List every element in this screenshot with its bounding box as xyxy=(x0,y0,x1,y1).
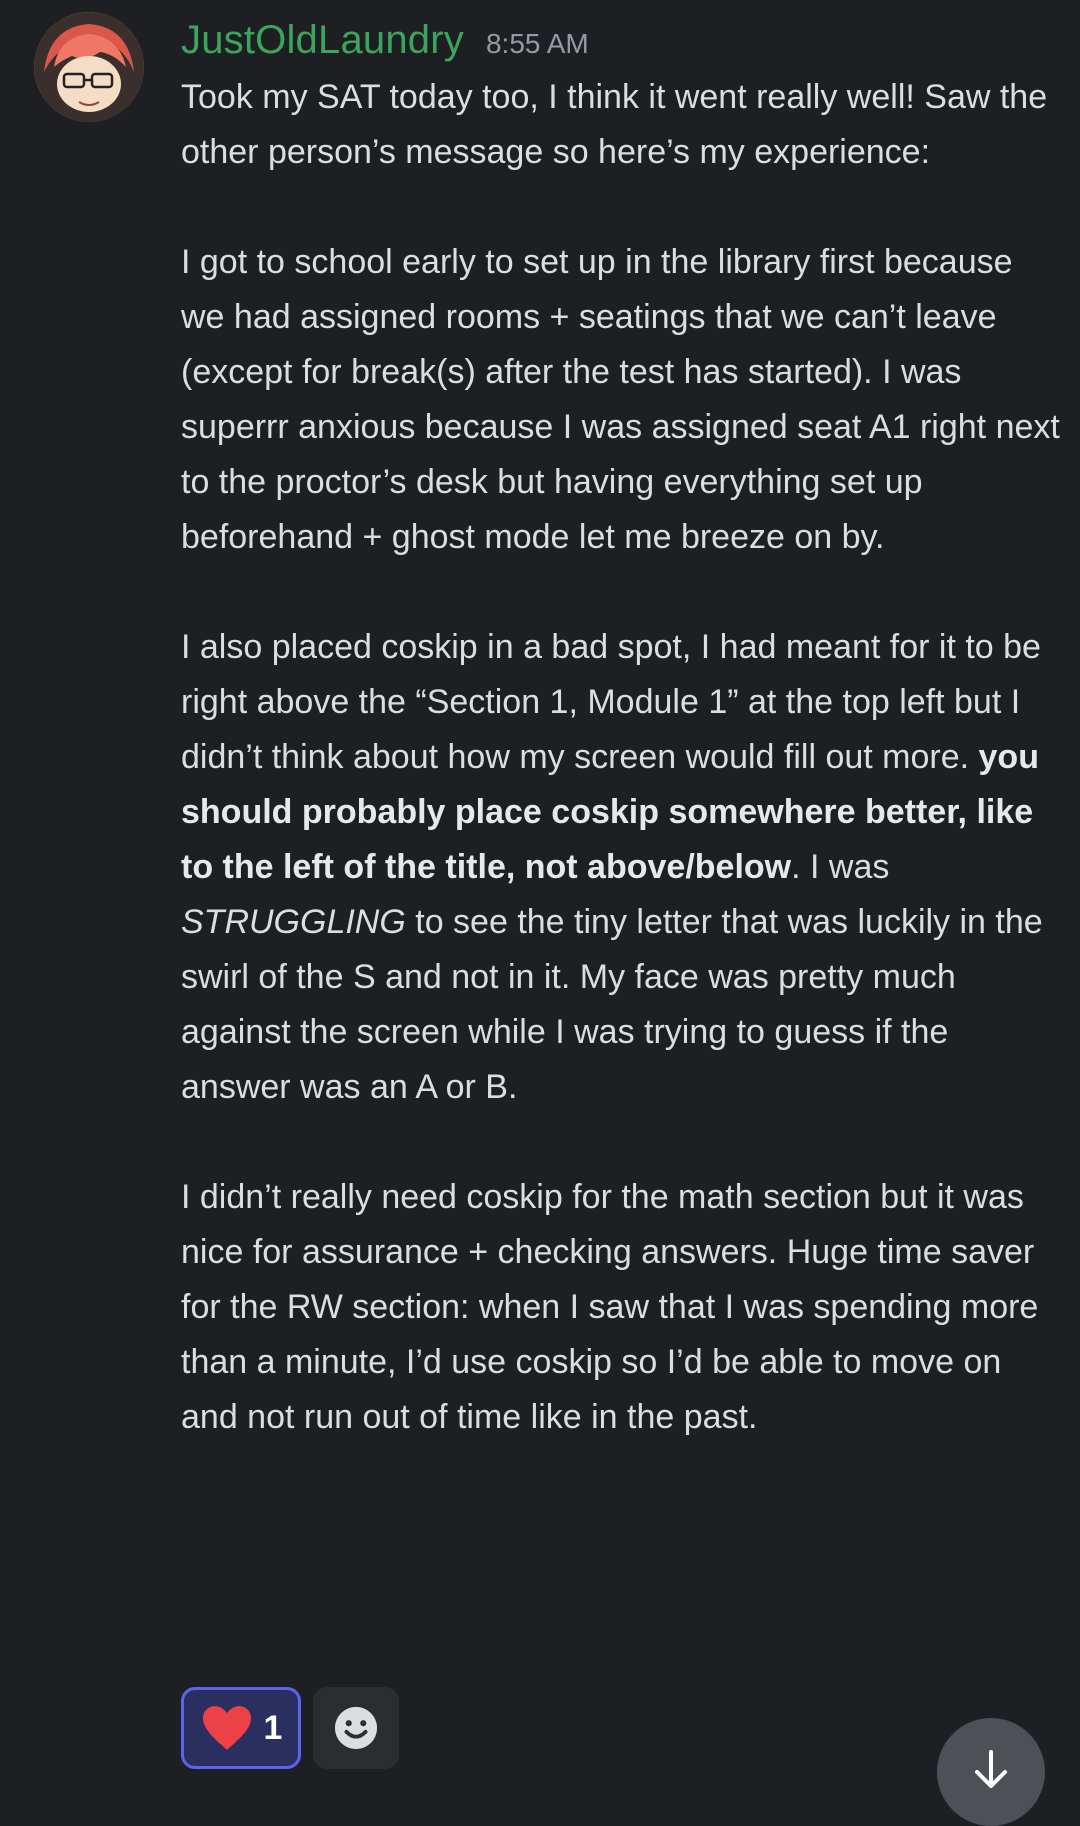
message-text-segment: STRUGGLING xyxy=(181,903,406,941)
scroll-to-bottom-button[interactable] xyxy=(937,1718,1045,1826)
message-paragraph: I didn’t really need coskip for the math… xyxy=(181,1170,1061,1445)
message-text-segment: I didn’t really need coskip for the math… xyxy=(181,1178,1039,1436)
message-text-segment: I also placed coskip in a bad spot, I ha… xyxy=(181,628,1041,776)
message-text-segment: I got to school early to set up in the l… xyxy=(181,243,1060,556)
reactions-bar: 1 xyxy=(181,1687,399,1769)
message-paragraph: I got to school early to set up in the l… xyxy=(181,235,1061,565)
message-text-segment: Took my SAT today too, I think it went r… xyxy=(181,78,1048,171)
message-header: JustOldLaundry 8:55 AM xyxy=(181,18,589,63)
avatar-image xyxy=(34,12,144,122)
timestamp: 8:55 AM xyxy=(485,28,589,59)
username[interactable]: JustOldLaundry xyxy=(181,18,464,63)
add-reaction-button[interactable] xyxy=(313,1687,399,1769)
message-text-segment: . I was xyxy=(791,848,890,886)
message-paragraph: Took my SAT today too, I think it went r… xyxy=(181,70,1061,180)
avatar[interactable] xyxy=(34,12,144,122)
arrow-down-icon xyxy=(975,1750,1007,1788)
smiley-icon xyxy=(334,1706,378,1750)
reaction-count: 1 xyxy=(263,1708,283,1747)
message-content: Took my SAT today too, I think it went r… xyxy=(181,70,1061,1445)
reaction-heart[interactable]: 1 xyxy=(181,1687,301,1769)
message-paragraph: I also placed coskip in a bad spot, I ha… xyxy=(181,620,1061,1115)
heart-icon xyxy=(202,1706,251,1750)
